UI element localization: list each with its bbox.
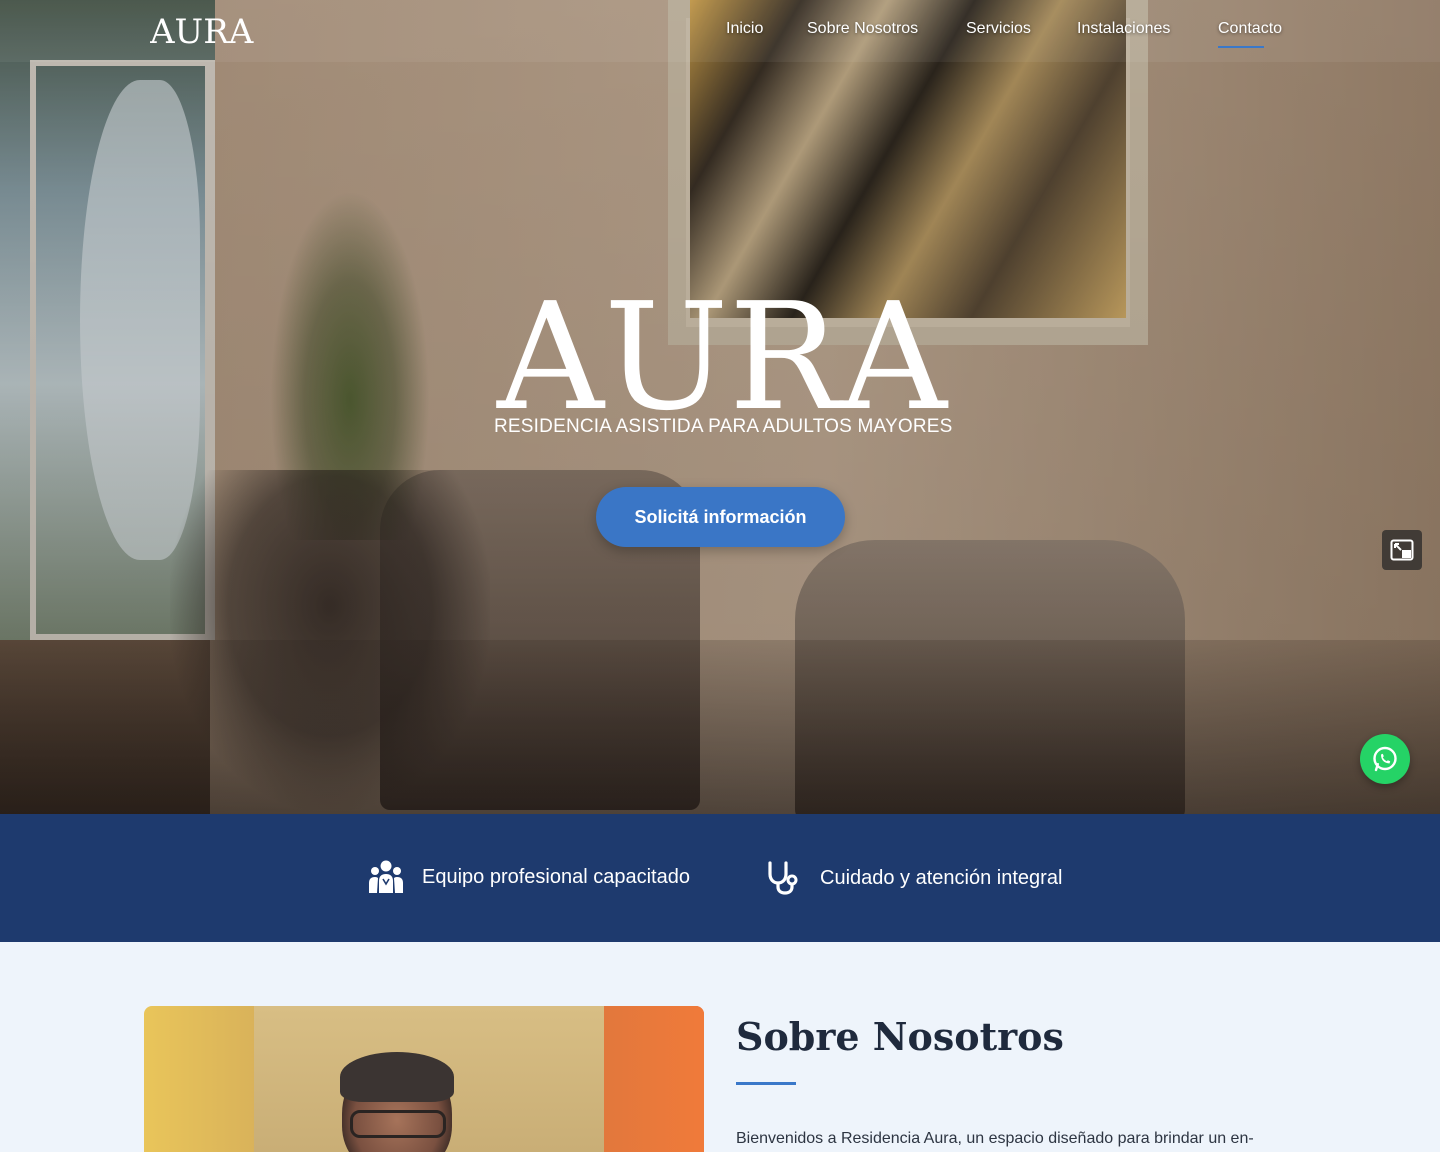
nav-item-servicios[interactable]: Servicios [966, 20, 1031, 38]
feature-care: Cuidado y atención integral [766, 860, 1062, 896]
hero-tagline: RESIDENCIA ASISTIDA PARA ADULTOS MAYORES [494, 416, 953, 437]
whatsapp-icon [1373, 746, 1397, 772]
about-photo [144, 1006, 704, 1152]
nav-item-instalaciones[interactable]: Instalaciones [1077, 20, 1170, 38]
about-text: Bienvenidos a Residencia Aura, un espaci… [736, 1130, 1254, 1147]
stethoscope-icon [768, 861, 798, 895]
nav-item-inicio[interactable]: Inicio [726, 20, 763, 38]
feature-team-label: Equipo profesional capacitado [422, 865, 690, 888]
brand-logo-text: AURA [150, 12, 254, 50]
whatsapp-button[interactable] [1360, 734, 1410, 784]
picture-in-picture-button[interactable] [1382, 530, 1422, 570]
brand-logo[interactable]: AURA [149, 10, 254, 52]
hero-section: AURA Inicio Sobre Nosotros Servicios Ins… [0, 0, 1440, 814]
top-nav: AURA Inicio Sobre Nosotros Servicios Ins… [0, 0, 1440, 62]
about-photo-orange-panel [604, 1006, 704, 1152]
about-photo-hair [340, 1052, 454, 1102]
feature-team: Equipo profesional capacitado [368, 860, 690, 894]
hero-logo-text: AURA [496, 282, 949, 414]
about-title: Sobre Nosotros [736, 1014, 1064, 1059]
picture-in-picture-icon [1390, 539, 1414, 561]
features-band: Equipo profesional capacitado Cuidado y … [0, 814, 1440, 942]
team-icon [369, 860, 403, 893]
about-photo-glasses [350, 1110, 446, 1138]
hero-logo-mark: AURA [496, 271, 949, 443]
hero-logo: AURA [494, 271, 950, 443]
about-title-underline [736, 1082, 796, 1085]
nav-item-contacto[interactable]: Contacto [1218, 20, 1282, 48]
request-info-button[interactable]: Solicitá información [596, 487, 845, 547]
brand-logo-icon: AURA [149, 12, 254, 52]
nav-item-sobre-nosotros[interactable]: Sobre Nosotros [807, 20, 918, 38]
feature-care-label: Cuidado y atención integral [820, 866, 1063, 889]
